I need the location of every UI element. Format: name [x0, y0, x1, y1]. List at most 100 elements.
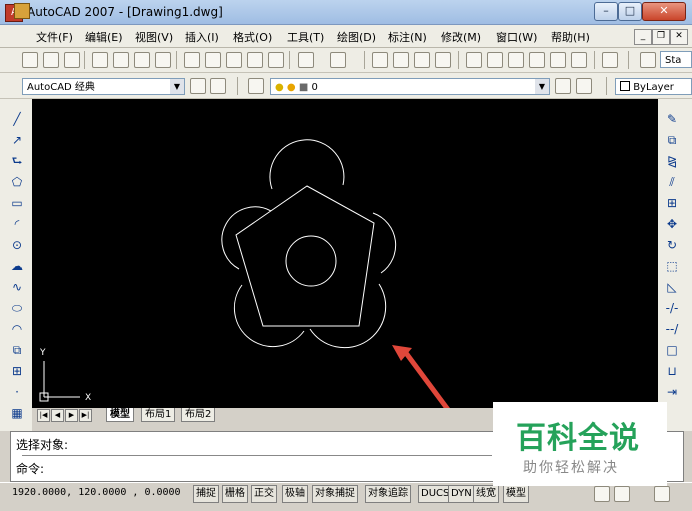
cut-icon[interactable] [184, 52, 200, 68]
ellipse-icon[interactable]: ⬭ [10, 301, 24, 315]
redo-icon[interactable] [330, 52, 346, 68]
grid-toggle[interactable]: 栅格 [222, 485, 248, 503]
block-editor-icon[interactable] [268, 52, 284, 68]
break-icon[interactable]: □ [665, 343, 679, 357]
help-icon[interactable] [602, 52, 618, 68]
offset-icon[interactable]: ⫽ [665, 175, 679, 189]
hatch-icon[interactable]: ▦ [10, 406, 24, 420]
menu-insert[interactable]: 插入(I) [185, 29, 219, 45]
line-icon[interactable]: ╱ [10, 112, 24, 126]
menu-file[interactable]: 文件(F) [36, 29, 73, 45]
match-properties-icon[interactable] [247, 52, 263, 68]
chevron-down-icon[interactable]: ▼ [170, 79, 184, 94]
polyline-icon[interactable]: ⮑ [10, 154, 24, 168]
3d-dwf-icon[interactable] [155, 52, 171, 68]
copy-object-icon[interactable]: ⧉ [665, 133, 679, 147]
menu-window[interactable]: 窗口(W) [496, 29, 537, 45]
snap-toggle[interactable]: 捕捉 [193, 485, 219, 503]
circle-icon[interactable]: ⊙ [10, 238, 24, 252]
stretch-icon[interactable]: ◺ [665, 280, 679, 294]
sheet-set-icon[interactable] [529, 52, 545, 68]
menu-help[interactable]: 帮助(H) [551, 29, 590, 45]
print-preview-icon[interactable] [113, 52, 129, 68]
design-center-icon[interactable] [487, 52, 503, 68]
command-prompt[interactable]: 命令: [16, 460, 44, 477]
workspace-settings-icon[interactable] [190, 78, 206, 94]
new-file-icon[interactable] [22, 52, 38, 68]
layer-manager-icon[interactable] [248, 78, 264, 94]
minimize-button[interactable]: – [594, 2, 618, 21]
doc-minimize-button[interactable]: _ [634, 29, 652, 45]
color-combo[interactable]: ByLayer [615, 78, 692, 95]
communication-center-icon[interactable] [594, 486, 610, 502]
point-icon[interactable]: · [10, 385, 24, 399]
spline-icon[interactable]: ∿ [10, 280, 24, 294]
scale-icon[interactable]: ⬚ [665, 259, 679, 273]
ortho-toggle[interactable]: 正交 [251, 485, 277, 503]
revision-cloud-icon[interactable]: ☁ [10, 259, 24, 273]
coordinate-readout[interactable]: 1920.0000, 120.0000 , 0.0000 [12, 487, 181, 498]
properties-icon[interactable] [466, 52, 482, 68]
zoom-window-icon[interactable] [414, 52, 430, 68]
join-icon[interactable]: ⊔ [665, 364, 679, 378]
trim-icon[interactable]: -/- [665, 301, 679, 315]
last-tab-button[interactable]: ▶| [79, 409, 92, 422]
tab-model[interactable]: 模型 [106, 408, 134, 422]
text-style-icon[interactable] [640, 52, 656, 68]
polar-toggle[interactable]: 极轴 [282, 485, 308, 503]
prev-tab-button[interactable]: ◀ [51, 409, 64, 422]
zoom-realtime-icon[interactable] [393, 52, 409, 68]
layer-previous-icon[interactable] [576, 78, 592, 94]
copy-icon[interactable] [205, 52, 221, 68]
chamfer-icon[interactable]: ⇥ [665, 385, 679, 399]
model-space-toggle[interactable]: 模型 [503, 485, 529, 503]
array-icon[interactable]: ⊞ [665, 196, 679, 210]
doc-restore-button[interactable]: ❐ [652, 29, 670, 45]
clean-screen-icon[interactable] [654, 486, 670, 502]
menu-modify[interactable]: 修改(M) [441, 29, 481, 45]
document-icon[interactable] [14, 3, 30, 19]
open-file-icon[interactable] [43, 52, 59, 68]
text-style-combo[interactable]: Sta [660, 51, 692, 68]
toolbar-lock-icon[interactable] [614, 486, 630, 502]
menu-draw[interactable]: 绘图(D) [337, 29, 376, 45]
my-workspace-icon[interactable] [210, 78, 226, 94]
make-block-icon[interactable]: ⊞ [10, 364, 24, 378]
rotate-icon[interactable]: ↻ [665, 238, 679, 252]
insert-block-icon[interactable]: ⧉ [10, 343, 24, 357]
tab-layout1[interactable]: 布局1 [141, 408, 176, 422]
menu-edit[interactable]: 编辑(E) [85, 29, 123, 45]
tool-palettes-icon[interactable] [508, 52, 524, 68]
tab-layout2[interactable]: 布局2 [181, 408, 216, 422]
menu-tools[interactable]: 工具(T) [287, 29, 324, 45]
move-icon[interactable]: ✥ [665, 217, 679, 231]
make-object-layer-current-icon[interactable] [555, 78, 571, 94]
menu-dimension[interactable]: 标注(N) [388, 29, 427, 45]
print-icon[interactable] [92, 52, 108, 68]
otrack-toggle[interactable]: 对象追踪 [365, 485, 411, 503]
rectangle-icon[interactable]: ▭ [10, 196, 24, 210]
markup-icon[interactable] [550, 52, 566, 68]
pan-icon[interactable] [372, 52, 388, 68]
calculator-icon[interactable] [571, 52, 587, 68]
construction-line-icon[interactable]: ↗ [10, 133, 24, 147]
drawing-canvas[interactable]: Y X [32, 99, 658, 417]
chevron-down-icon[interactable]: ▼ [535, 79, 549, 94]
maximize-button[interactable]: □ [618, 2, 642, 21]
extend-icon[interactable]: --/ [665, 322, 679, 336]
zoom-previous-icon[interactable] [435, 52, 451, 68]
first-tab-button[interactable]: |◀ [37, 409, 50, 422]
doc-close-button[interactable]: ✕ [670, 29, 688, 45]
save-icon[interactable] [64, 52, 80, 68]
erase-icon[interactable]: ✎ [665, 112, 679, 126]
osnap-toggle[interactable]: 对象捕捉 [312, 485, 358, 503]
ellipse-arc-icon[interactable]: ◠ [10, 322, 24, 336]
lineweight-toggle[interactable]: 线宽 [473, 485, 499, 503]
undo-icon[interactable] [298, 52, 314, 68]
menu-view[interactable]: 视图(V) [135, 29, 173, 45]
arc-icon[interactable]: ◜ [10, 217, 24, 231]
menu-format[interactable]: 格式(O) [233, 29, 272, 45]
next-tab-button[interactable]: ▶ [65, 409, 78, 422]
close-button[interactable]: ✕ [642, 2, 686, 21]
publish-icon[interactable] [134, 52, 150, 68]
